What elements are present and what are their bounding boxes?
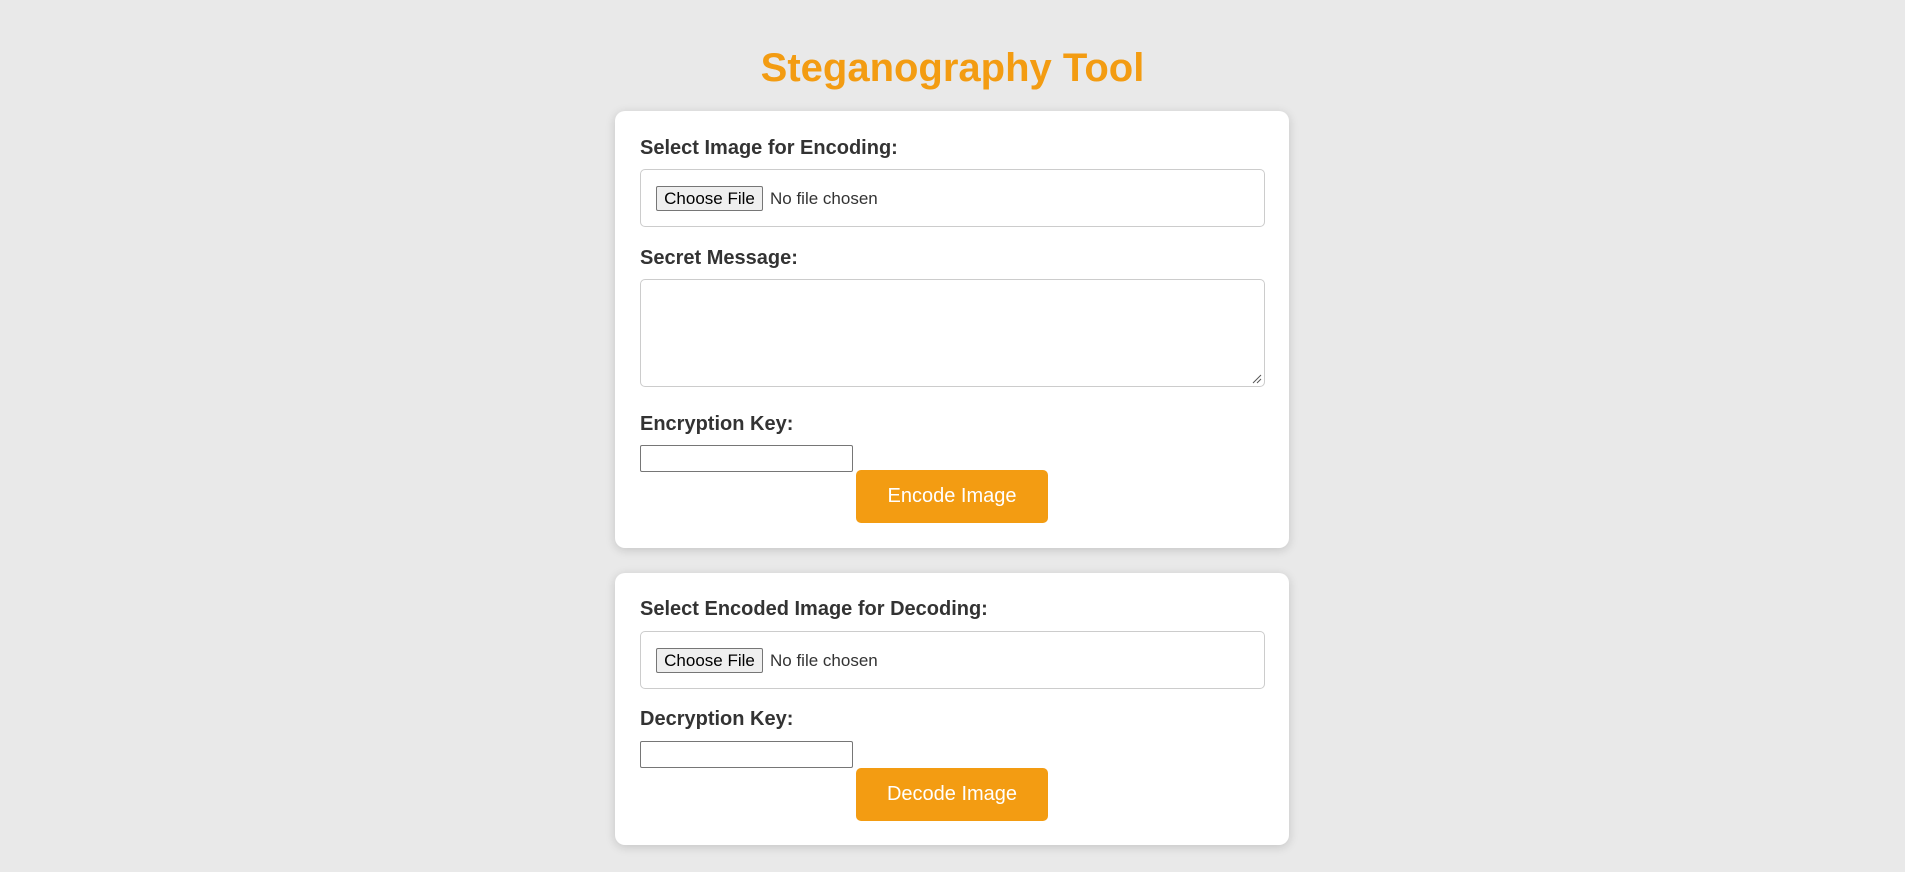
decryption-key-label: Decryption Key: <box>640 708 794 730</box>
decode-file-status: No file chosen <box>770 651 878 670</box>
decode-image-button[interactable]: Decode Image <box>856 768 1048 821</box>
decryption-key-input[interactable] <box>640 741 853 768</box>
secret-message-label: Secret Message: <box>640 247 798 269</box>
encode-file-status: No file chosen <box>770 189 878 208</box>
encode-choose-file-button[interactable]: Choose File <box>656 186 763 211</box>
decode-card: Select Encoded Image for Decoding: Choos… <box>615 573 1289 845</box>
encryption-key-label: Encryption Key: <box>640 413 794 435</box>
encryption-key-input[interactable] <box>640 445 853 472</box>
resize-grip-icon[interactable] <box>1252 374 1262 384</box>
secret-message-textarea[interactable] <box>640 279 1265 387</box>
encode-card: Select Image for Encoding: Choose File N… <box>615 111 1289 548</box>
decode-choose-file-button[interactable]: Choose File <box>656 648 763 673</box>
decode-file-input[interactable]: Choose File No file chosen <box>640 631 1265 689</box>
encode-file-input[interactable]: Choose File No file chosen <box>640 169 1265 227</box>
encode-image-label: Select Image for Encoding: <box>640 137 898 159</box>
page-title: Steganography Tool <box>760 46 1145 90</box>
decode-image-label: Select Encoded Image for Decoding: <box>640 598 988 620</box>
encode-image-button[interactable]: Encode Image <box>856 470 1048 523</box>
